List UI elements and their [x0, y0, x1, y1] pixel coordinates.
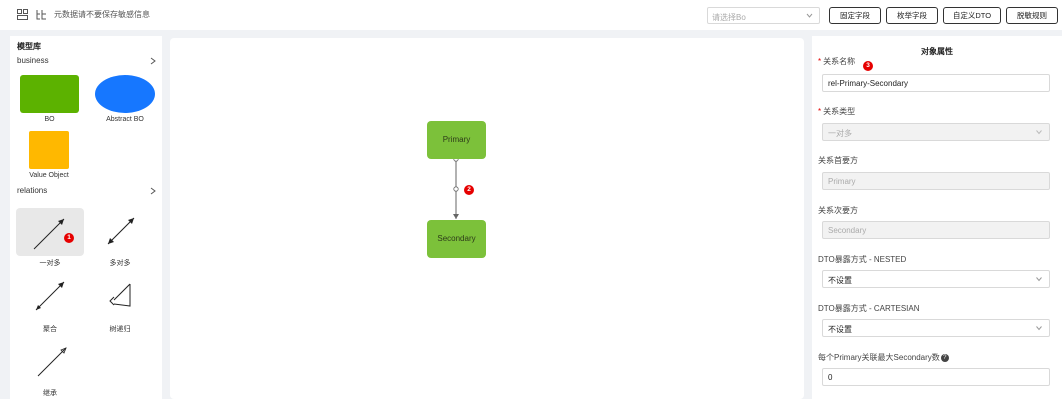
dto-nested-select[interactable]: 不设置 — [822, 270, 1050, 288]
relation-inheritance-label: 继承 — [43, 390, 57, 397]
relation-many-to-many[interactable] — [86, 208, 154, 256]
required-mark: * — [818, 107, 822, 116]
enum-fields-button[interactable]: 枚举字段 — [886, 7, 938, 24]
secondary-party-label: 关系次要方 — [818, 206, 858, 215]
max-count-input[interactable]: 0 — [822, 368, 1050, 386]
arrow-inheritance-icon — [37, 347, 67, 377]
relation-name-input[interactable]: rel-Primary-Secondary — [822, 74, 1050, 92]
relations-section-header[interactable]: relations — [17, 186, 157, 198]
chevron-down-icon — [806, 13, 813, 18]
dto-cartesian-select[interactable]: 不设置 — [822, 319, 1050, 337]
primary-party-input: Primary — [822, 172, 1050, 190]
chevron-right-icon — [150, 57, 156, 65]
model-library-panel: 模型库 business BO Abstract BO Value Object… — [10, 36, 162, 399]
relation-name-label: * 关系名称 — [818, 57, 856, 66]
arrow-aggregation-icon — [35, 281, 65, 311]
diagram-canvas[interactable]: Primary Secondary 2 — [170, 38, 804, 399]
business-section-label: business — [17, 56, 49, 65]
chevron-down-icon — [1036, 326, 1042, 331]
relation-aggregation[interactable] — [16, 274, 84, 322]
relation-type-select: 一对多 — [822, 123, 1050, 141]
bo-shape[interactable] — [20, 75, 79, 113]
chevron-down-icon — [1036, 277, 1042, 282]
hierarchy-icon[interactable] — [36, 9, 47, 20]
abstract-bo-shape[interactable] — [95, 75, 155, 113]
arrow-many-to-many-icon — [107, 217, 135, 245]
object-properties-panel: 对象属性 * 关系名称 3 rel-Primary-Secondary * 关系类型… — [812, 36, 1062, 399]
bo-select-placeholder: 请选择Bo — [712, 13, 746, 22]
relation-inheritance[interactable] — [16, 340, 84, 388]
model-library-title: 模型库 — [17, 42, 41, 51]
relation-type-label: * 关系类型 — [818, 107, 856, 116]
relation-edge[interactable] — [170, 38, 804, 399]
relation-tree-recursion[interactable] — [86, 274, 154, 322]
bo-select[interactable]: 请选择Bo — [707, 7, 820, 24]
business-section-header[interactable]: business — [17, 56, 157, 68]
dto-cartesian-label: DTO暴露方式 - CARTESIAN — [818, 304, 920, 313]
tree-recursion-icon — [109, 283, 131, 307]
masking-rules-button[interactable]: 脱敏规则 — [1006, 7, 1058, 24]
required-mark: * — [818, 57, 822, 66]
chevron-down-icon — [1036, 130, 1042, 135]
step-badge-1: 1 — [64, 233, 74, 243]
max-count-label: 每个Primary关联最大Secondary数? — [818, 352, 949, 363]
relation-one-to-many-label: 一对多 — [39, 260, 61, 267]
chevron-right-icon — [150, 187, 156, 195]
step-badge-2: 2 — [464, 185, 474, 195]
relation-tree-recursion-label: 树递归 — [109, 326, 131, 333]
primary-party-label: 关系首要方 — [818, 156, 858, 165]
step-badge-3: 3 — [863, 61, 873, 71]
relation-one-to-many[interactable]: 1 — [16, 208, 84, 256]
sensitive-info-notice: 元数据请不要保存敏感信息 — [54, 10, 150, 19]
value-object-label: Value Object — [29, 172, 69, 179]
custom-dto-button[interactable]: 自定义DTO — [943, 7, 1001, 24]
secondary-party-input: Secondary — [822, 221, 1050, 239]
top-toolbar: 元数据请不要保存敏感信息 请选择Bo 固定字段 枚举字段 自定义DTO 脱敏规则 — [0, 0, 1062, 30]
value-object-shape[interactable] — [29, 131, 69, 169]
abstract-bo-label: Abstract BO — [106, 116, 144, 123]
relation-aggregation-label: 聚合 — [43, 326, 57, 333]
fixed-fields-button[interactable]: 固定字段 — [829, 7, 881, 24]
bo-label: BO — [44, 116, 55, 123]
help-icon[interactable]: ? — [940, 353, 949, 362]
node-secondary[interactable]: Secondary — [427, 220, 486, 258]
dto-nested-label: DTO暴露方式 - NESTED — [818, 255, 907, 264]
relations-section-label: relations — [17, 186, 48, 195]
node-primary[interactable]: Primary — [427, 121, 486, 159]
arrow-one-to-many-icon — [33, 218, 65, 250]
relation-many-to-many-label: 多对多 — [109, 260, 131, 267]
layout-grid-icon[interactable] — [17, 9, 28, 20]
